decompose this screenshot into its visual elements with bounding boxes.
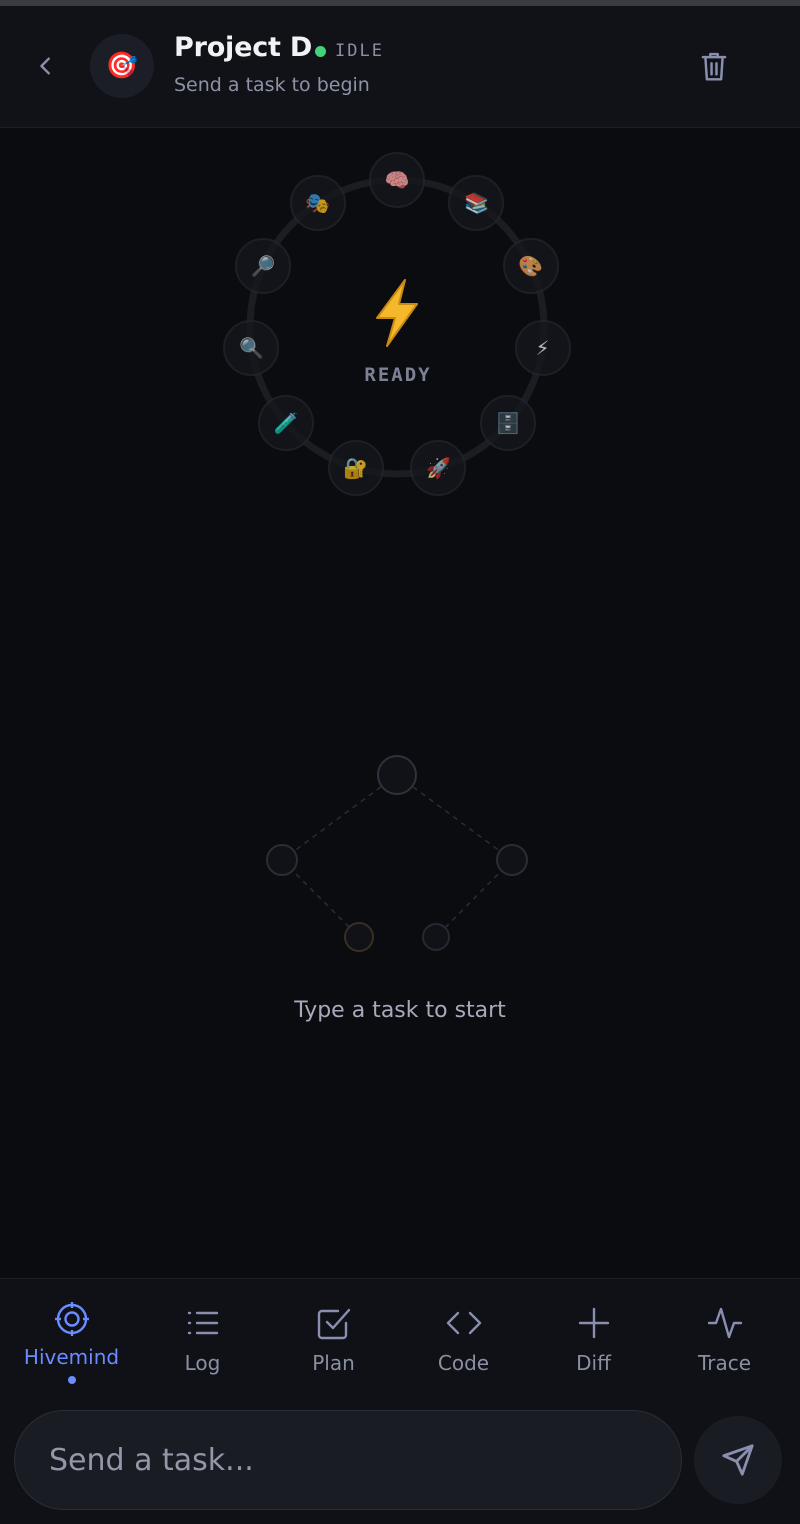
tab-code[interactable]: Code xyxy=(398,1279,529,1397)
masks-agent[interactable]: 🎭 xyxy=(289,175,346,232)
page-title: Project D xyxy=(174,32,313,63)
palette-agent[interactable]: 🎨 xyxy=(502,237,559,294)
graph-node xyxy=(422,923,450,951)
header: 🎯 Project D IDLE Send a task to begin xyxy=(0,6,800,128)
bottom-nav: Hivemind Log Plan Code Diff Trace xyxy=(0,1278,800,1396)
graph-node xyxy=(344,922,374,952)
graph-node xyxy=(496,844,528,876)
ready-label: READY xyxy=(364,364,432,386)
cabinet-agent[interactable]: 🗄️ xyxy=(480,395,537,452)
empty-state-message: Type a task to start xyxy=(294,998,506,1023)
chevron-left-icon xyxy=(40,57,50,75)
tab-log[interactable]: Log xyxy=(137,1279,268,1397)
brain-agent[interactable]: 🧠 xyxy=(369,152,425,208)
checkbox-icon xyxy=(317,1308,350,1340)
list-icon xyxy=(187,1311,218,1335)
inspect-agent[interactable]: 🔎 xyxy=(235,237,292,294)
lock-agent[interactable]: 🔐 xyxy=(327,440,384,497)
tab-label: Plan xyxy=(312,1351,355,1375)
tab-trace[interactable]: Trace xyxy=(659,1279,790,1397)
task-graph-placeholder xyxy=(266,755,528,952)
hivemind-ring: 🧠 📚 🎨 ⚡ 🗄️ 🚀 🔐 🧪 🔍 🔎 🎭 READY xyxy=(0,128,800,528)
send-icon xyxy=(722,1444,754,1476)
send-button[interactable] xyxy=(694,1416,782,1504)
tab-diff[interactable]: Diff xyxy=(528,1279,659,1397)
back-button[interactable] xyxy=(26,46,66,86)
code-icon xyxy=(446,1311,481,1335)
tab-label: Trace xyxy=(697,1351,752,1375)
graph-node xyxy=(377,755,417,795)
plus-icon xyxy=(578,1307,609,1339)
target-icon xyxy=(54,1302,89,1336)
page-subtitle: Send a task to begin xyxy=(174,74,370,96)
tab-hivemind[interactable]: Hivemind xyxy=(6,1279,137,1397)
tab-plan[interactable]: Plan xyxy=(268,1279,399,1397)
testtube-agent[interactable]: 🧪 xyxy=(257,395,314,452)
trash-icon xyxy=(701,52,727,81)
project-avatar: 🎯 xyxy=(90,34,154,98)
tab-label: Code xyxy=(437,1351,490,1375)
graph-node xyxy=(266,844,298,876)
tab-label: Diff xyxy=(576,1351,611,1375)
target-emoji-icon: 🎯 xyxy=(105,51,139,81)
tab-label: Hivemind xyxy=(23,1345,120,1369)
bolt-agent[interactable]: ⚡ xyxy=(514,319,571,376)
composer xyxy=(0,1396,800,1524)
search-agent[interactable]: 🔍 xyxy=(223,319,280,376)
tab-label: Log xyxy=(184,1351,221,1375)
lightning-icon xyxy=(376,279,418,347)
status-badge: IDLE xyxy=(335,41,384,61)
pulse-icon xyxy=(707,1307,742,1339)
delete-button[interactable] xyxy=(693,46,735,88)
status-dot xyxy=(315,46,326,57)
task-input[interactable] xyxy=(14,1410,682,1510)
active-indicator xyxy=(67,1376,76,1384)
